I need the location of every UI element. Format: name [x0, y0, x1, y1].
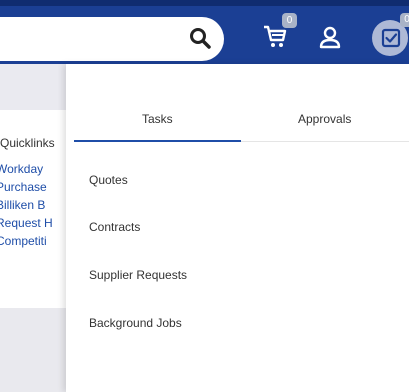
active-tab-indicator	[74, 140, 241, 142]
menu-item-quotes[interactable]: Quotes	[89, 173, 128, 187]
menu-item-background-jobs[interactable]: Background Jobs	[89, 316, 182, 330]
quicklink-item[interactable]: Billiken B	[0, 196, 66, 214]
menu-item-supplier-requests[interactable]: Supplier Requests	[89, 268, 187, 282]
tasks-count-badge: 0	[400, 13, 409, 27]
background-page-footer-area	[0, 308, 66, 392]
quicklink-item[interactable]: Purchase	[0, 178, 66, 196]
user-icon[interactable]	[318, 25, 342, 49]
quicklink-item[interactable]: Workday	[0, 160, 66, 178]
tab-tasks[interactable]: Tasks	[142, 112, 173, 126]
quicklinks-list: Workday Purchase Billiken B Request H Co…	[0, 160, 66, 250]
tab-divider	[241, 141, 409, 142]
tasks-dropdown-panel: Tasks Approvals Quotes Contracts Supplie…	[66, 64, 409, 392]
menu-item-contracts[interactable]: Contracts	[89, 220, 140, 234]
top-header-bar: 0 0	[0, 0, 409, 64]
header-top-stripe	[0, 0, 409, 6]
quicklink-item[interactable]: Competiti	[0, 232, 66, 250]
cart-count-badge: 0	[282, 13, 297, 28]
task-checkbox-icon	[381, 28, 401, 48]
panel-tabs: Tasks Approvals	[66, 64, 409, 144]
quicklinks-title: Quicklinks	[0, 136, 55, 150]
background-page-banner	[0, 64, 66, 110]
search-icon[interactable]	[188, 26, 212, 50]
background-page: Quicklinks Workday Purchase Billiken B R…	[0, 64, 66, 392]
tab-approvals[interactable]: Approvals	[298, 112, 351, 126]
quicklink-item[interactable]: Request H	[0, 214, 66, 232]
search-input[interactable]	[0, 17, 224, 61]
